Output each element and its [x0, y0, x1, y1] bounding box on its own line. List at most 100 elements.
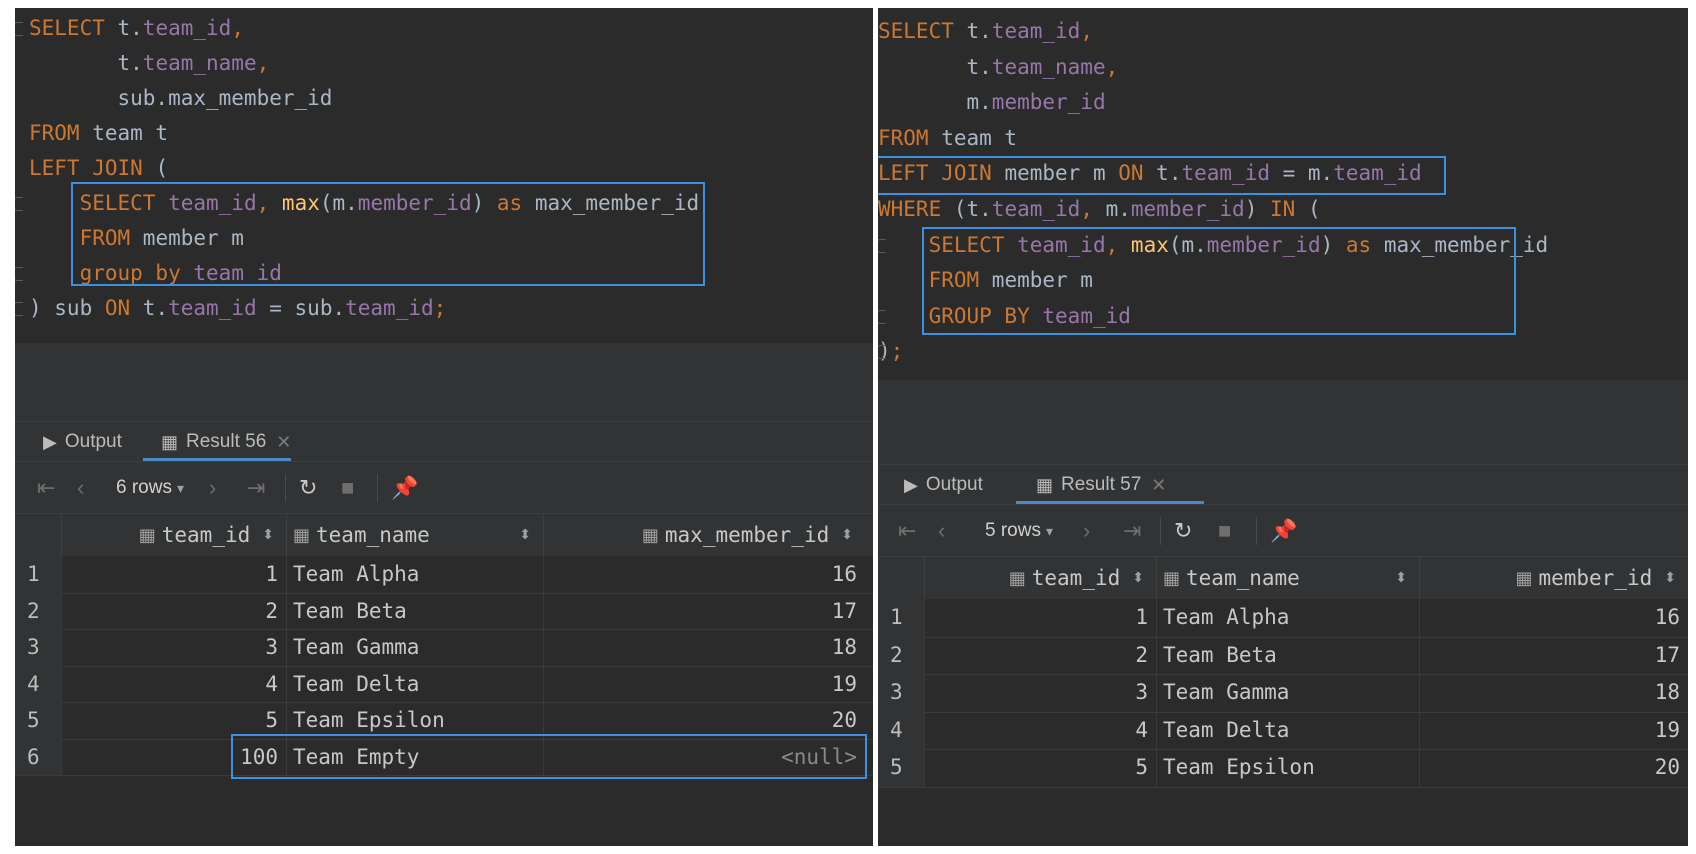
tab-result[interactable]: ▦ Result 56 ✕	[161, 422, 291, 462]
rows-selector[interactable]: 5 rows ▾	[985, 505, 1053, 557]
next-page-icon[interactable]: ›	[1083, 505, 1090, 557]
row-number: 4	[878, 711, 924, 749]
table-cell[interactable]: 20	[1419, 749, 1688, 787]
left-panel: SELECT t.team_id, t.team_name, sub.max_m…	[15, 8, 873, 846]
table-cell[interactable]: Team Delta	[286, 665, 543, 702]
column-header-team-id[interactable]: ▦ team_id ⬍	[924, 557, 1156, 599]
fold-marker-icon[interactable]	[878, 238, 886, 253]
code-token: team_id	[991, 19, 1081, 43]
fold-marker-icon[interactable]	[15, 22, 23, 36]
code-token: team_name	[142, 51, 257, 75]
table-row[interactable]: 4 4 Team Delta 19	[15, 665, 873, 703]
code-token: LEFT JOIN	[29, 156, 143, 180]
highlight-box	[878, 156, 1446, 195]
column-header-team-name[interactable]: ▦ team_name ⬍	[286, 514, 543, 556]
code-token: ,	[1080, 197, 1093, 221]
code-token: = sub.	[256, 296, 346, 320]
table-cell[interactable]: 17	[543, 592, 865, 629]
first-page-icon[interactable]: ⇤	[37, 462, 55, 514]
results-toolbar: ⇤ ‹ 6 rows ▾ › ⇥ ↻ ■ 📌	[15, 461, 873, 514]
sort-icon[interactable]: ⬍	[1132, 570, 1144, 586]
table-cell[interactable]: Team Gamma	[286, 629, 543, 666]
rows-selector[interactable]: 6 rows ▾	[116, 462, 184, 514]
row-number: 1	[15, 556, 61, 593]
table-row[interactable]: 3 3 Team Gamma 18	[878, 674, 1688, 713]
next-page-icon[interactable]: ›	[209, 462, 216, 514]
table-cell[interactable]: 3	[61, 629, 286, 666]
first-page-icon[interactable]: ⇤	[898, 505, 916, 557]
table-cell[interactable]: 3	[924, 674, 1156, 712]
table-row[interactable]: 5 5 Team Epsilon 20	[878, 749, 1688, 788]
column-header-member-id[interactable]: ▦ member_id ⬍	[1419, 557, 1688, 599]
sort-icon[interactable]: ⬍	[1664, 570, 1676, 586]
sort-icon[interactable]: ⬍	[841, 527, 853, 543]
table-cell[interactable]: 17	[1419, 636, 1688, 674]
table-cell[interactable]: 16	[1419, 599, 1688, 637]
editor-splitter[interactable]	[15, 343, 873, 421]
table-row[interactable]: 3 3 Team Gamma 18	[15, 629, 873, 667]
fold-marker-icon[interactable]	[15, 197, 23, 211]
table-row[interactable]: 2 2 Team Beta 17	[15, 592, 873, 630]
table-cell[interactable]: 19	[543, 665, 865, 702]
table-cell[interactable]: Team Alpha	[286, 556, 543, 593]
table-cell[interactable]: 5	[924, 749, 1156, 787]
table-cell[interactable]: 2	[924, 636, 1156, 674]
refresh-icon[interactable]: ↻	[1174, 505, 1192, 557]
stop-icon[interactable]: ■	[341, 462, 354, 514]
table-cell[interactable]: 19	[1419, 711, 1688, 749]
column-header-team-name[interactable]: ▦ team_name ⬍	[1156, 557, 1419, 599]
table-row[interactable]: 1 1 Team Alpha 16	[878, 599, 1688, 638]
column-header-team-id[interactable]: ▦ team_id ⬍	[61, 514, 286, 556]
tab-output[interactable]: ▶ Output	[43, 422, 122, 462]
sort-icon[interactable]: ⬍	[1395, 570, 1407, 586]
table-row[interactable]: 1 1 Team Alpha 16	[15, 556, 873, 594]
code-token: member_id	[1130, 197, 1245, 221]
table-cell[interactable]: Team Beta	[1156, 636, 1419, 674]
table-cell[interactable]: 4	[61, 665, 286, 702]
table-cell[interactable]: Team Beta	[286, 592, 543, 629]
close-icon[interactable]: ✕	[276, 432, 291, 453]
table-cell[interactable]: Team Alpha	[1156, 599, 1419, 637]
table-cell[interactable]: 18	[1419, 674, 1688, 712]
last-page-icon[interactable]: ⇥	[247, 462, 265, 514]
table-cell[interactable]: 16	[543, 556, 865, 593]
pin-icon[interactable]: 📌	[391, 462, 418, 514]
sort-icon[interactable]: ⬍	[262, 527, 274, 543]
tab-output[interactable]: ▶ Output	[904, 465, 983, 505]
table-cell[interactable]: 1	[924, 599, 1156, 637]
results-grid: ▦ team_id ⬍ ▦ team_name ⬍ ▦ member_id ⬍ 1 1 Team Al…	[878, 556, 1688, 846]
fold-marker-icon[interactable]	[878, 345, 886, 360]
pin-icon[interactable]: 📌	[1270, 505, 1297, 557]
stop-icon[interactable]: ■	[1218, 505, 1231, 557]
results-tab-bar: ▶ Output ▦ Result 57 ✕	[878, 464, 1688, 505]
close-icon[interactable]: ✕	[1151, 475, 1166, 496]
table-row[interactable]: 4 4 Team Delta 19	[878, 711, 1688, 750]
toolbar-divider	[377, 474, 378, 502]
code-line: ) sub ON t.team_id = sub.team_id;	[29, 290, 446, 326]
table-cell[interactable]: 18	[543, 629, 865, 666]
toolbar-divider	[1160, 517, 1161, 545]
previous-page-icon[interactable]: ‹	[938, 505, 945, 557]
editor-splitter[interactable]	[878, 380, 1688, 464]
toolbar-divider	[285, 474, 286, 502]
table-row[interactable]: 2 2 Team Beta 17	[878, 636, 1688, 675]
table-cell[interactable]: Team Epsilon	[1156, 749, 1419, 787]
refresh-icon[interactable]: ↻	[299, 462, 317, 514]
table-cell[interactable]: 2	[61, 592, 286, 629]
fold-marker-icon[interactable]	[15, 267, 23, 281]
sql-editor[interactable]: SELECT t.team_id, t.team_name, m.member_…	[878, 8, 1688, 380]
fold-marker-icon[interactable]	[15, 302, 23, 316]
table-cell[interactable]: 1	[61, 556, 286, 593]
sort-icon[interactable]: ⬍	[519, 527, 531, 543]
column-header-max-member-id[interactable]: ▦ max_member_id ⬍	[543, 514, 865, 556]
code-token: (	[1295, 197, 1321, 221]
previous-page-icon[interactable]: ‹	[77, 462, 84, 514]
fold-marker-icon[interactable]	[878, 309, 886, 324]
last-page-icon[interactable]: ⇥	[1123, 505, 1141, 557]
sql-editor[interactable]: SELECT t.team_id, t.team_name, sub.max_m…	[15, 8, 873, 343]
table-cell[interactable]: 4	[924, 711, 1156, 749]
table-cell[interactable]: Team Delta	[1156, 711, 1419, 749]
table-cell[interactable]: Team Gamma	[1156, 674, 1419, 712]
tab-result[interactable]: ▦ Result 57 ✕	[1036, 465, 1166, 505]
